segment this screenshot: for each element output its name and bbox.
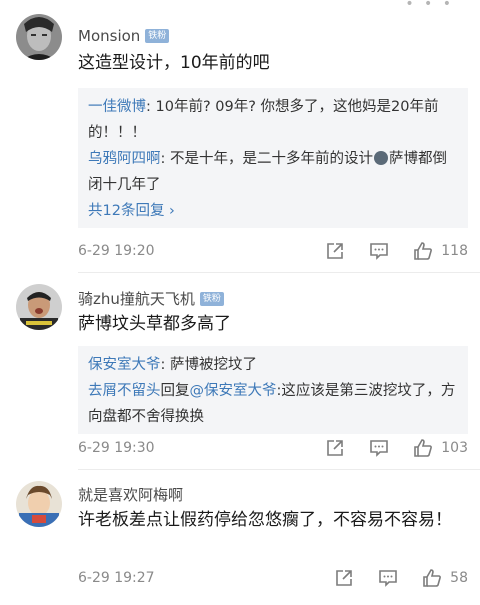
reply-connector: 回复 <box>160 383 190 399</box>
comment-text: 许老板差点让假药停给忽悠瘸了，不容易不容易！ <box>78 510 452 530</box>
reply-box[interactable]: 一佳微博: 10年前? 09年? 你想多了，这他妈是20年前的！！！ 乌鸦阿四啊… <box>78 88 468 228</box>
like-count: 118 <box>441 243 468 259</box>
comment-button[interactable] <box>378 568 398 588</box>
username[interactable]: 就是喜欢阿梅啊 <box>78 484 183 505</box>
share-button[interactable] <box>325 438 345 458</box>
avatar[interactable] <box>16 481 62 527</box>
username[interactable]: Monsion <box>78 27 140 45</box>
author-line: 就是喜欢阿梅啊 <box>78 484 183 505</box>
reply-author[interactable]: 乌鸦阿四啊 <box>88 151 161 167</box>
author-line: Monsion 铁粉 <box>78 27 170 45</box>
reply-author[interactable]: 去屑不留头 <box>88 383 161 399</box>
reply-box[interactable]: 保安室大爷: 萨博被挖坟了 去屑不留头回复@保安室大爷:这应该是第三波挖坟了，方… <box>78 346 468 434</box>
comment-icon <box>370 243 389 260</box>
username[interactable]: 骑zhu撞航天飞机 <box>78 288 195 309</box>
comment-meta: 6-29 19:30 103 <box>78 436 468 460</box>
like-button[interactable]: 58 <box>422 568 468 588</box>
comment-text: 这造型设计，10年前的吧 <box>78 53 270 73</box>
reply-item[interactable]: 一佳微博: 10年前? 09年? 你想多了，这他妈是20年前的！！！ <box>88 94 458 146</box>
reply-item[interactable]: 乌鸦阿四啊: 不是十年，是二十多年前的设计 萨博都倒闭十几年了 <box>88 146 458 198</box>
reply-item[interactable]: 保安室大爷: 萨博被挖坟了 <box>88 352 458 378</box>
like-button[interactable]: 103 <box>413 438 468 458</box>
comment-button[interactable] <box>369 438 389 458</box>
mention-link[interactable]: @保安室大爷 <box>190 383 277 399</box>
fan-badge: 铁粉 <box>145 29 170 43</box>
share-icon <box>336 570 352 586</box>
timestamp: 6-29 19:27 <box>78 570 155 586</box>
overflow-dots[interactable]: • • • <box>405 0 454 12</box>
comment-actions: 118 <box>301 241 468 261</box>
reply-author[interactable]: 一佳微博 <box>88 99 146 115</box>
reply-author[interactable]: 保安室大爷 <box>88 357 161 373</box>
comment-meta: 6-29 19:27 58 <box>78 566 468 590</box>
fan-badge: 铁粉 <box>199 291 224 306</box>
avatar-emoji-icon <box>374 151 388 165</box>
author-line: 骑zhu撞航天飞机 铁粉 <box>78 288 224 309</box>
comment-icon <box>370 440 389 457</box>
like-count: 103 <box>441 440 468 456</box>
divider <box>78 469 480 470</box>
view-more-replies-link[interactable]: 共12条回复 › <box>88 198 458 224</box>
reply-text: : 不是十年，是二十多年前的设计 <box>160 151 374 167</box>
comment-text: 萨博坟头草都多高了 <box>78 314 231 334</box>
thumbs-up-icon <box>414 242 433 260</box>
share-icon <box>327 243 344 259</box>
timestamp: 6-29 19:30 <box>78 440 155 456</box>
comment-actions: 58 <box>310 568 468 588</box>
avatar[interactable] <box>16 284 62 330</box>
reply-item[interactable]: 去屑不留头回复@保安室大爷:这应该是第三波挖坟了，方向盘都不舍得换换 <box>88 378 458 430</box>
divider <box>78 272 480 273</box>
share-button[interactable] <box>325 241 345 261</box>
comment-actions: 103 <box>301 438 468 458</box>
comment-icon <box>379 570 397 587</box>
thumbs-up-icon <box>414 439 433 457</box>
avatar[interactable] <box>16 14 62 60</box>
share-button[interactable] <box>334 568 354 588</box>
timestamp: 6-29 19:20 <box>78 243 155 259</box>
thumbs-up-icon <box>423 569 442 587</box>
like-button[interactable]: 118 <box>413 241 468 261</box>
comment-meta: 6-29 19:20 118 <box>78 239 468 263</box>
reply-text: : 萨博被挖坟了 <box>160 357 258 373</box>
like-count: 58 <box>450 570 468 586</box>
comment-button[interactable] <box>369 241 389 261</box>
share-icon <box>327 440 344 456</box>
